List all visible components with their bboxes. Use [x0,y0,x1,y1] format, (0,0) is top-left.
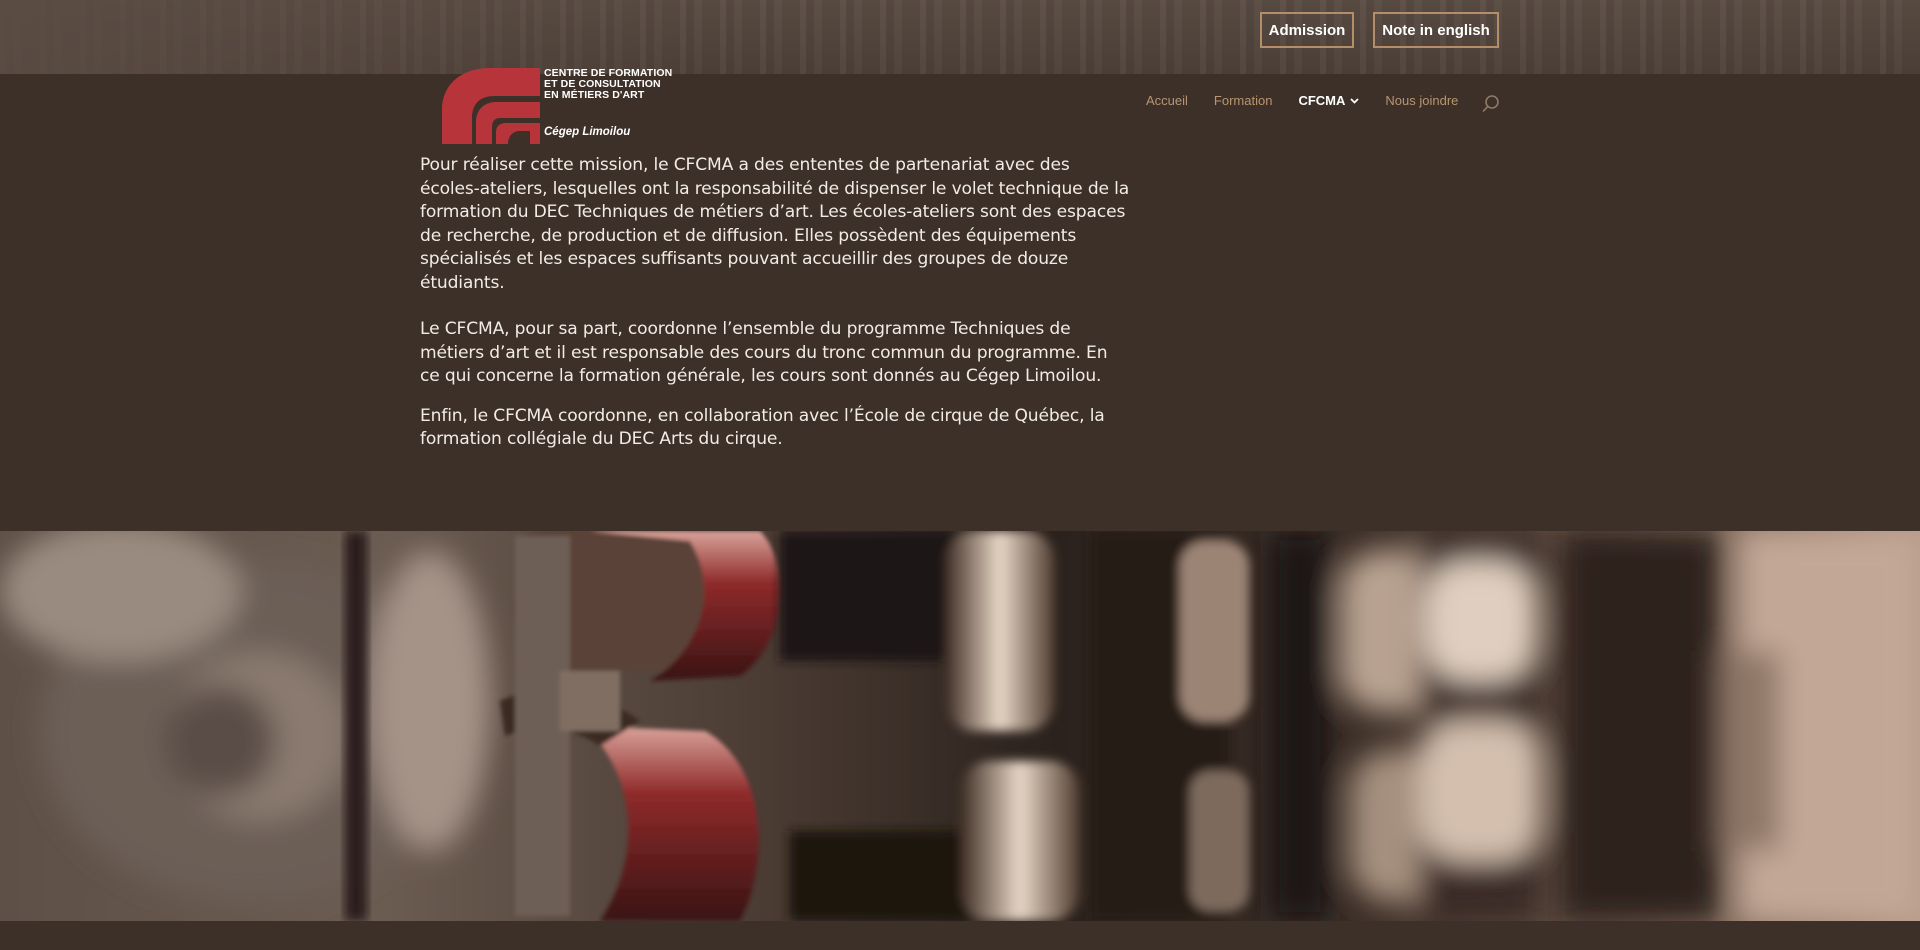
cfcma-logo-mark-icon [442,68,540,144]
paragraph-1: Pour réaliser cette mission, le CFCMA a … [420,155,1130,293]
nav-item-accueil[interactable]: Accueil [1146,93,1188,108]
nav-item-cfcma[interactable]: CFCMA [1298,93,1360,108]
main-nav: Accueil Formation CFCMA Nous joindre [1146,93,1484,108]
nav-item-cfcma-label: CFCMA [1298,93,1346,108]
search-icon[interactable] [1481,94,1501,114]
nav-item-formation[interactable]: Formation [1214,93,1273,108]
english-note-button[interactable]: Note in english [1373,12,1499,48]
logo-subtitle: Cégep Limoilou [544,126,631,138]
header [0,74,1920,144]
logo-title: Centre de formation et de consultation e… [544,68,672,101]
page: Admission Note in english Centre de form… [0,0,1920,950]
top-bar [0,0,1920,74]
logo[interactable]: Centre de formation et de consultation e… [438,66,672,146]
chevron-down-icon [1350,97,1360,104]
paragraph-3: Enfin, le CFCMA coordonne, en collaborat… [420,405,1105,450]
admission-button[interactable]: Admission [1260,12,1354,48]
bottom-strip [0,921,1920,950]
craft-photo-banner [0,531,1920,921]
main-content: Pour réaliser cette mission, le CFCMA a … [420,154,1130,475]
nav-item-nous-joindre[interactable]: Nous joindre [1385,93,1458,108]
paragraph-2: Le CFCMA, pour sa part, coordonne l’ense… [420,319,1108,386]
logo-line-3: en métiers d'art [544,89,645,101]
top-bar-shade [0,0,700,74]
craft-photo-image [0,531,1920,921]
